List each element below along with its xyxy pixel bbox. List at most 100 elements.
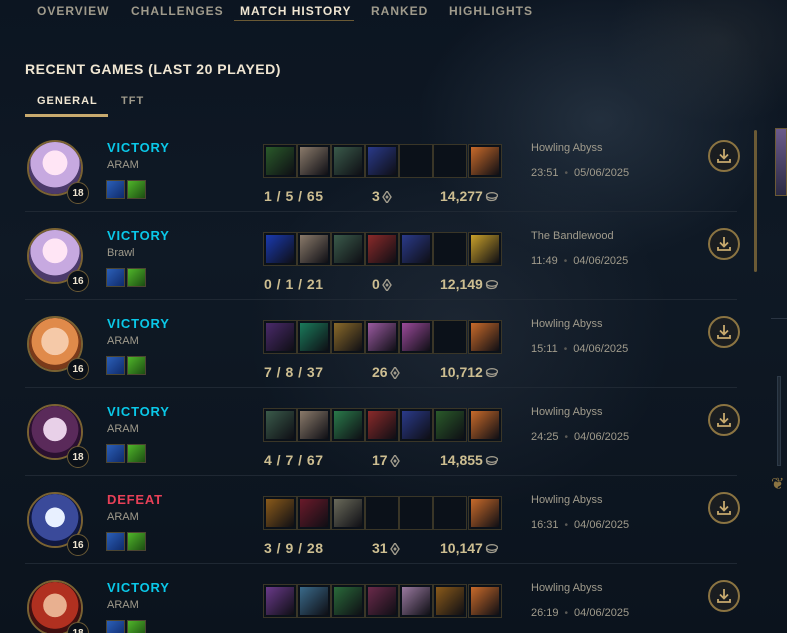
tab-ranked[interactable]: RANKED: [371, 4, 428, 18]
subtab-active-bar: [25, 114, 108, 117]
item-slot[interactable]: [297, 584, 331, 618]
item-slot[interactable]: [263, 496, 297, 530]
item-icon: [334, 147, 362, 175]
item-slot[interactable]: [297, 144, 331, 178]
item-icon: [402, 587, 430, 615]
match-row[interactable]: 16 VICTORY ARAM 7 / 8 / 37 26 10,712 How…: [25, 300, 740, 388]
item-slot[interactable]: [399, 144, 433, 178]
item-slot[interactable]: [263, 584, 297, 618]
gold-earned: 14,855: [440, 452, 498, 468]
item-slot[interactable]: [365, 320, 399, 354]
map-name: Howling Abyss: [531, 494, 603, 506]
match-time: 23:51 • 05/06/2025: [531, 167, 630, 179]
item-slot[interactable]: [433, 584, 467, 618]
match-result: VICTORY: [107, 316, 170, 331]
item-slot[interactable]: [365, 144, 399, 178]
item-slot[interactable]: [331, 144, 365, 178]
item-slot[interactable]: [433, 320, 467, 354]
kda-score: 3 / 9 / 28: [264, 540, 324, 556]
download-replay-button[interactable]: [708, 316, 740, 348]
item-slot[interactable]: [399, 408, 433, 442]
match-list-scrollbar[interactable]: [754, 130, 757, 272]
item-icon: [471, 147, 499, 175]
item-slot[interactable]: [331, 496, 365, 530]
subtab-general[interactable]: GENERAL: [37, 95, 98, 107]
download-replay-button[interactable]: [708, 580, 740, 612]
trinket-slot[interactable]: [468, 408, 502, 442]
summoner-spell-icon: [127, 268, 146, 287]
item-slot[interactable]: [331, 320, 365, 354]
download-replay-button[interactable]: [708, 140, 740, 172]
side-champion-card[interactable]: [775, 128, 787, 196]
tab-match-history[interactable]: MATCH HISTORY: [240, 4, 351, 18]
match-row[interactable]: 16 DEFEAT ARAM 3 / 9 / 28 31 10,147 Howl…: [25, 476, 740, 564]
item-slot[interactable]: [399, 232, 433, 266]
item-slot[interactable]: [297, 496, 331, 530]
item-slot[interactable]: [433, 496, 467, 530]
item-icon: [368, 147, 396, 175]
item-slot[interactable]: [365, 232, 399, 266]
tab-overview[interactable]: OVERVIEW: [37, 4, 109, 18]
tab-challenges[interactable]: CHALLENGES: [131, 4, 224, 18]
match-row[interactable]: 16 VICTORY Brawl 0 / 1 / 21 0 12,149 The…: [25, 212, 740, 300]
item-slot[interactable]: [263, 232, 297, 266]
side-scrollbar[interactable]: [777, 376, 781, 466]
item-slot[interactable]: [365, 496, 399, 530]
item-slot[interactable]: [433, 408, 467, 442]
item-slot[interactable]: [399, 584, 433, 618]
match-time: 15:11 • 04/06/2025: [531, 343, 629, 355]
item-icon: [334, 587, 362, 615]
trinket-slot[interactable]: [468, 232, 502, 266]
match-row[interactable]: 18 VICTORY ARAM 4 / 7 / 67 17 14,855 How…: [25, 388, 740, 476]
match-result: VICTORY: [107, 404, 170, 419]
item-slot[interactable]: [297, 232, 331, 266]
trinket-slot[interactable]: [468, 584, 502, 618]
item-slot[interactable]: [433, 144, 467, 178]
download-replay-button[interactable]: [708, 404, 740, 436]
match-row[interactable]: 18 VICTORY ARAM 1 / 5 / 65 3 14,277 Howl…: [25, 124, 740, 212]
item-slot[interactable]: [399, 320, 433, 354]
match-row[interactable]: 18 VICTORY ARAM Howling Abyss 26:19 • 04/0…: [25, 564, 740, 633]
match-result: DEFEAT: [107, 492, 163, 507]
download-icon: [717, 413, 731, 427]
item-slot[interactable]: [263, 320, 297, 354]
summoner-spell-icon: [106, 532, 125, 551]
download-replay-button[interactable]: [708, 492, 740, 524]
item-icon: [266, 499, 294, 527]
download-replay-button[interactable]: [708, 228, 740, 260]
item-slot[interactable]: [297, 408, 331, 442]
item-slot[interactable]: [263, 408, 297, 442]
champion-level-badge: 18: [67, 446, 89, 468]
item-slot[interactable]: [365, 584, 399, 618]
item-build: [263, 320, 503, 354]
trinket-slot[interactable]: [468, 320, 502, 354]
item-icon: [334, 499, 362, 527]
item-build: [263, 584, 503, 618]
match-time: 24:25 • 04/06/2025: [531, 431, 630, 443]
trinket-slot[interactable]: [468, 496, 502, 530]
item-icon: [471, 411, 499, 439]
subtab-tft[interactable]: TFT: [121, 95, 144, 107]
item-slot[interactable]: [331, 584, 365, 618]
ward-icon: [381, 279, 392, 292]
item-build: [263, 232, 503, 266]
item-slot[interactable]: [433, 232, 467, 266]
game-mode: ARAM: [107, 511, 139, 523]
item-slot[interactable]: [399, 496, 433, 530]
match-time: 26:19 • 04/06/2025: [531, 607, 630, 619]
item-slot[interactable]: [263, 144, 297, 178]
item-icon: [471, 499, 499, 527]
match-list: 18 VICTORY ARAM 1 / 5 / 65 3 14,277 Howl…: [25, 124, 740, 633]
champion-level-badge: 16: [67, 270, 89, 292]
rank-emblem-icon: ❦: [771, 476, 785, 493]
ward-score: 31: [372, 540, 400, 556]
item-slot[interactable]: [297, 320, 331, 354]
trinket-slot[interactable]: [468, 144, 502, 178]
item-slot[interactable]: [365, 408, 399, 442]
match-result: VICTORY: [107, 580, 170, 595]
item-icon: [266, 411, 294, 439]
item-slot[interactable]: [331, 408, 365, 442]
item-slot[interactable]: [331, 232, 365, 266]
summoner-spell-icon: [127, 532, 146, 551]
tab-highlights[interactable]: HIGHLIGHTS: [449, 4, 533, 18]
